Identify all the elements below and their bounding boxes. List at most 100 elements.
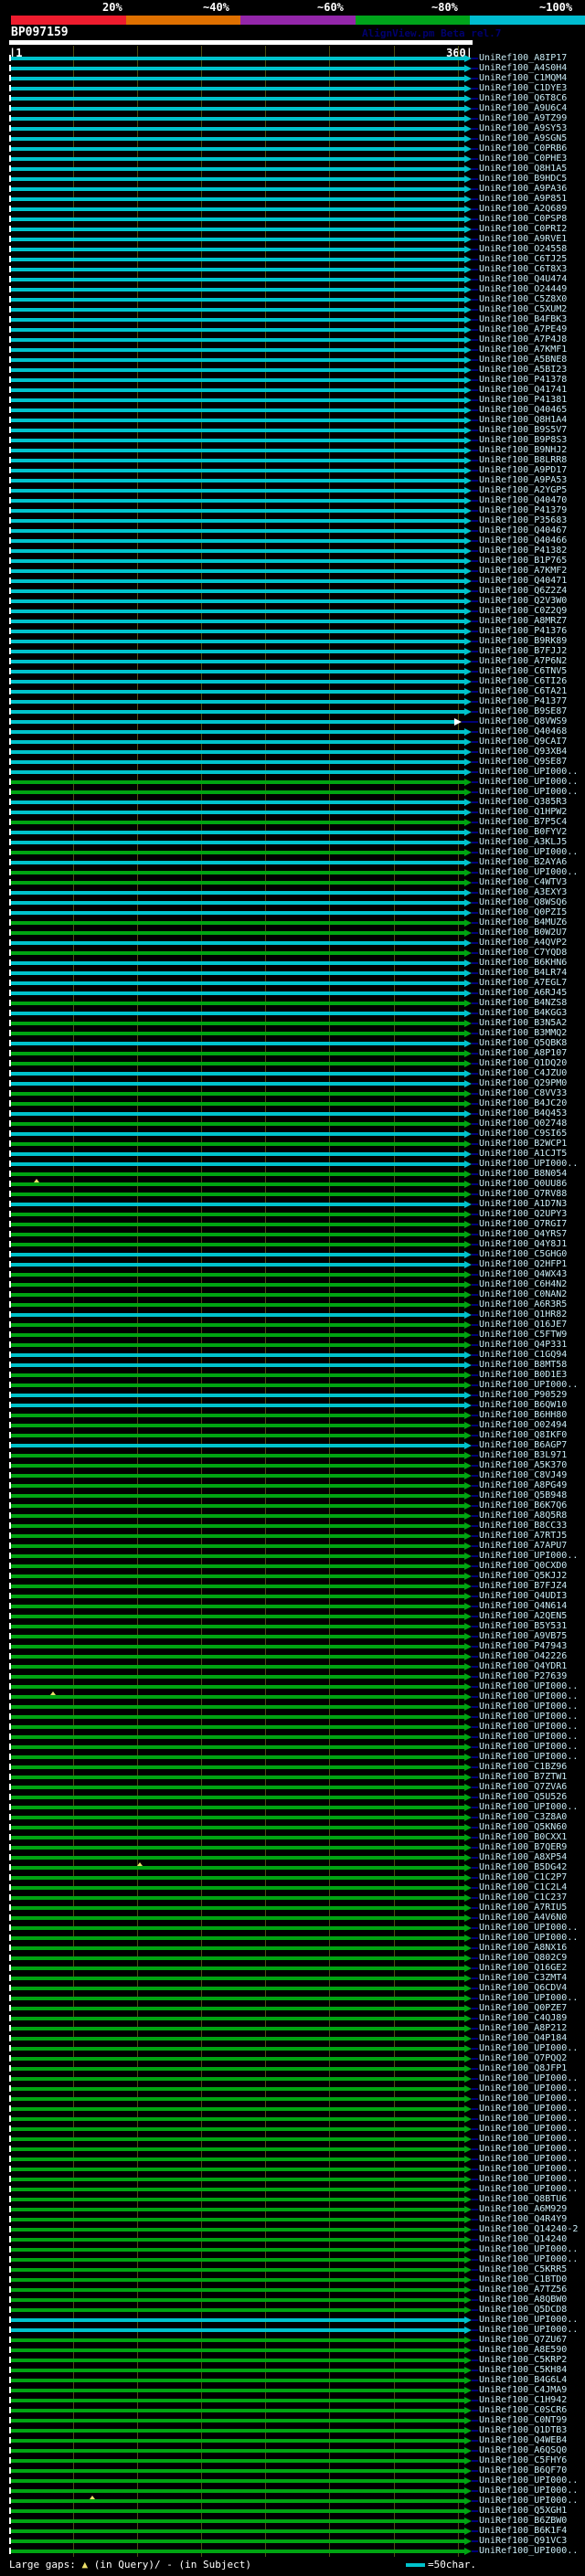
hit-row[interactable]: UniRef100_B1P765 bbox=[0, 556, 585, 566]
hit-row[interactable]: UniRef100_A8E590 bbox=[0, 2345, 585, 2355]
hit-accession-label[interactable]: UniRef100_B4LR74 bbox=[479, 969, 567, 978]
hit-accession-label[interactable]: UniRef100_Q5DCD8 bbox=[479, 2306, 567, 2315]
hit-accession-label[interactable]: UniRef100_C5KRR5 bbox=[479, 2265, 567, 2274]
hit-accession-label[interactable]: UniRef100_Q7RGI7 bbox=[479, 1220, 567, 1229]
hit-accession-label[interactable]: UniRef100_Q1HR82 bbox=[479, 1310, 567, 1320]
hit-accession-label[interactable]: UniRef100_Q7PQQ2 bbox=[479, 2054, 567, 2063]
hit-accession-label[interactable]: UniRef100_UPI000.. bbox=[479, 1803, 578, 1812]
hit-accession-label[interactable]: UniRef100_C5FTW9 bbox=[479, 1330, 567, 1340]
hit-accession-label[interactable]: UniRef100_B4NZS8 bbox=[479, 999, 567, 1008]
alignment-bar[interactable] bbox=[11, 1524, 464, 1528]
hit-row[interactable]: UniRef100_Q2UPY3 bbox=[0, 1209, 585, 1219]
hit-row[interactable]: UniRef100_C1H942 bbox=[0, 2395, 585, 2405]
hit-accession-label[interactable]: UniRef100_A3EXY3 bbox=[479, 888, 567, 897]
hit-accession-label[interactable]: UniRef100_Q4YRS7 bbox=[479, 1230, 567, 1239]
hit-row[interactable]: UniRef100_Q6CDV4 bbox=[0, 1983, 585, 1993]
hit-accession-label[interactable]: UniRef100_B5Y531 bbox=[479, 1622, 567, 1631]
hit-row[interactable]: UniRef100_B8MT58 bbox=[0, 1360, 585, 1370]
alignment-bar[interactable] bbox=[11, 2328, 464, 2332]
hit-row[interactable]: UniRef100_B7ZTW1 bbox=[0, 1772, 585, 1782]
alignment-bar[interactable] bbox=[11, 2047, 464, 2051]
alignment-bar[interactable] bbox=[11, 499, 464, 503]
hit-accession-label[interactable]: UniRef100_B8LRR8 bbox=[479, 456, 567, 465]
alignment-bar[interactable] bbox=[11, 2288, 464, 2292]
hit-accession-label[interactable]: UniRef100_UPI000.. bbox=[479, 1994, 578, 2003]
alignment-bar[interactable] bbox=[11, 1343, 464, 1347]
alignment-bar[interactable] bbox=[11, 1534, 464, 1538]
alignment-bar[interactable] bbox=[11, 1454, 464, 1458]
hit-accession-label[interactable]: UniRef100_UPI000.. bbox=[479, 2316, 578, 2325]
alignment-bar[interactable] bbox=[11, 1595, 464, 1598]
hit-accession-label[interactable]: UniRef100_UPI000.. bbox=[479, 2074, 578, 2083]
hit-row[interactable]: UniRef100_A9U6C4 bbox=[0, 103, 585, 113]
hit-accession-label[interactable]: UniRef100_Q4R4Y9 bbox=[479, 2215, 567, 2224]
alignment-bar[interactable] bbox=[11, 1062, 464, 1065]
alignment-bar[interactable] bbox=[11, 1474, 464, 1478]
alignment-bar[interactable] bbox=[11, 841, 464, 844]
alignment-bar[interactable] bbox=[11, 1404, 464, 1407]
hit-accession-label[interactable]: UniRef100_Q5B948 bbox=[479, 1491, 567, 1500]
hit-accession-label[interactable]: UniRef100_A8E590 bbox=[479, 2346, 567, 2355]
hit-row[interactable]: UniRef100_C1BTD0 bbox=[0, 2274, 585, 2284]
hit-accession-label[interactable]: UniRef100_C7YQD8 bbox=[479, 949, 567, 958]
hit-accession-label[interactable]: UniRef100_C5Z8X0 bbox=[479, 295, 567, 304]
hit-row[interactable]: UniRef100_Q8H1A5 bbox=[0, 164, 585, 174]
hit-accession-label[interactable]: UniRef100_Q4Y8J1 bbox=[479, 1240, 567, 1249]
alignment-bar[interactable] bbox=[11, 891, 464, 895]
hit-row[interactable]: UniRef100_UPI000.. bbox=[0, 1551, 585, 1561]
hit-accession-label[interactable]: UniRef100_A6QSQ0 bbox=[479, 2446, 567, 2455]
hit-row[interactable]: UniRef100_C0NAN2 bbox=[0, 1289, 585, 1299]
alignment-bar[interactable] bbox=[11, 1122, 464, 1126]
alignment-bar[interactable] bbox=[11, 881, 464, 885]
hit-accession-label[interactable]: UniRef100_UPI000.. bbox=[479, 2135, 578, 2144]
hit-row[interactable]: UniRef100_Q40468 bbox=[0, 726, 585, 737]
hit-accession-label[interactable]: UniRef100_UPI000.. bbox=[479, 1160, 578, 1169]
hit-row[interactable]: UniRef100_UPI000.. bbox=[0, 1993, 585, 2003]
hit-row[interactable]: UniRef100_B0CXX1 bbox=[0, 1832, 585, 1842]
hit-row[interactable]: UniRef100_Q1DTB3 bbox=[0, 2425, 585, 2435]
hit-accession-label[interactable]: UniRef100_B4FBK3 bbox=[479, 315, 567, 324]
hit-accession-label[interactable]: UniRef100_B0FYV2 bbox=[479, 828, 567, 837]
hit-row[interactable]: UniRef100_C0NT99 bbox=[0, 2415, 585, 2425]
alignment-bar[interactable] bbox=[11, 1796, 464, 1799]
hit-accession-label[interactable]: UniRef100_B7FJJ2 bbox=[479, 647, 567, 656]
alignment-bar[interactable] bbox=[11, 740, 464, 744]
hit-accession-label[interactable]: UniRef100_P41376 bbox=[479, 627, 567, 636]
alignment-bar[interactable] bbox=[11, 710, 464, 714]
hit-row[interactable]: UniRef100_UPI000.. bbox=[0, 847, 585, 857]
hit-accession-label[interactable]: UniRef100_A8PG49 bbox=[479, 1481, 567, 1490]
alignment-bar[interactable] bbox=[11, 981, 464, 985]
alignment-bar[interactable] bbox=[11, 127, 464, 131]
alignment-bar[interactable] bbox=[11, 1625, 464, 1628]
hit-accession-label[interactable]: UniRef100_C6T8X3 bbox=[479, 265, 567, 274]
alignment-bar[interactable] bbox=[11, 509, 464, 513]
hit-accession-label[interactable]: UniRef100_A8P212 bbox=[479, 2024, 567, 2033]
hit-accession-label[interactable]: UniRef100_Q40470 bbox=[479, 496, 567, 505]
hit-row[interactable]: UniRef100_UPI000.. bbox=[0, 2154, 585, 2164]
alignment-bar[interactable] bbox=[11, 2218, 464, 2221]
hit-accession-label[interactable]: UniRef100_Q5KJJ2 bbox=[479, 1572, 567, 1581]
alignment-bar[interactable] bbox=[11, 2168, 464, 2171]
alignment-bar[interactable] bbox=[11, 1243, 464, 1246]
alignment-bar[interactable] bbox=[11, 1494, 464, 1498]
hit-accession-label[interactable]: UniRef100_A2YGP5 bbox=[479, 486, 567, 495]
hit-accession-label[interactable]: UniRef100_C4QJ89 bbox=[479, 2014, 567, 2023]
alignment-bar[interactable] bbox=[11, 851, 464, 854]
alignment-bar[interactable] bbox=[11, 1645, 464, 1648]
hit-accession-label[interactable]: UniRef100_A5BNE8 bbox=[479, 355, 567, 365]
hit-row[interactable]: UniRef100_B8CC33 bbox=[0, 1521, 585, 1531]
alignment-bar[interactable] bbox=[11, 97, 464, 101]
hit-accession-label[interactable]: UniRef100_UPI000.. bbox=[479, 2255, 578, 2264]
hit-accession-label[interactable]: UniRef100_A5K370 bbox=[479, 1461, 567, 1470]
alignment-bar[interactable] bbox=[11, 911, 464, 915]
alignment-bar[interactable] bbox=[11, 1213, 464, 1216]
alignment-bar[interactable] bbox=[11, 811, 464, 814]
hit-accession-label[interactable]: UniRef100_C5XUM2 bbox=[479, 305, 567, 314]
hit-accession-label[interactable]: UniRef100_Q0PZI5 bbox=[479, 908, 567, 917]
hit-row[interactable]: UniRef100_A6R3R5 bbox=[0, 1299, 585, 1309]
alignment-bar[interactable] bbox=[11, 378, 464, 382]
hit-row[interactable]: UniRef100_Q40465 bbox=[0, 405, 585, 415]
hit-accession-label[interactable]: UniRef100_B8N054 bbox=[479, 1170, 567, 1179]
alignment-bar[interactable] bbox=[11, 1072, 464, 1076]
hit-accession-label[interactable]: UniRef100_UPI000.. bbox=[479, 1924, 578, 1933]
